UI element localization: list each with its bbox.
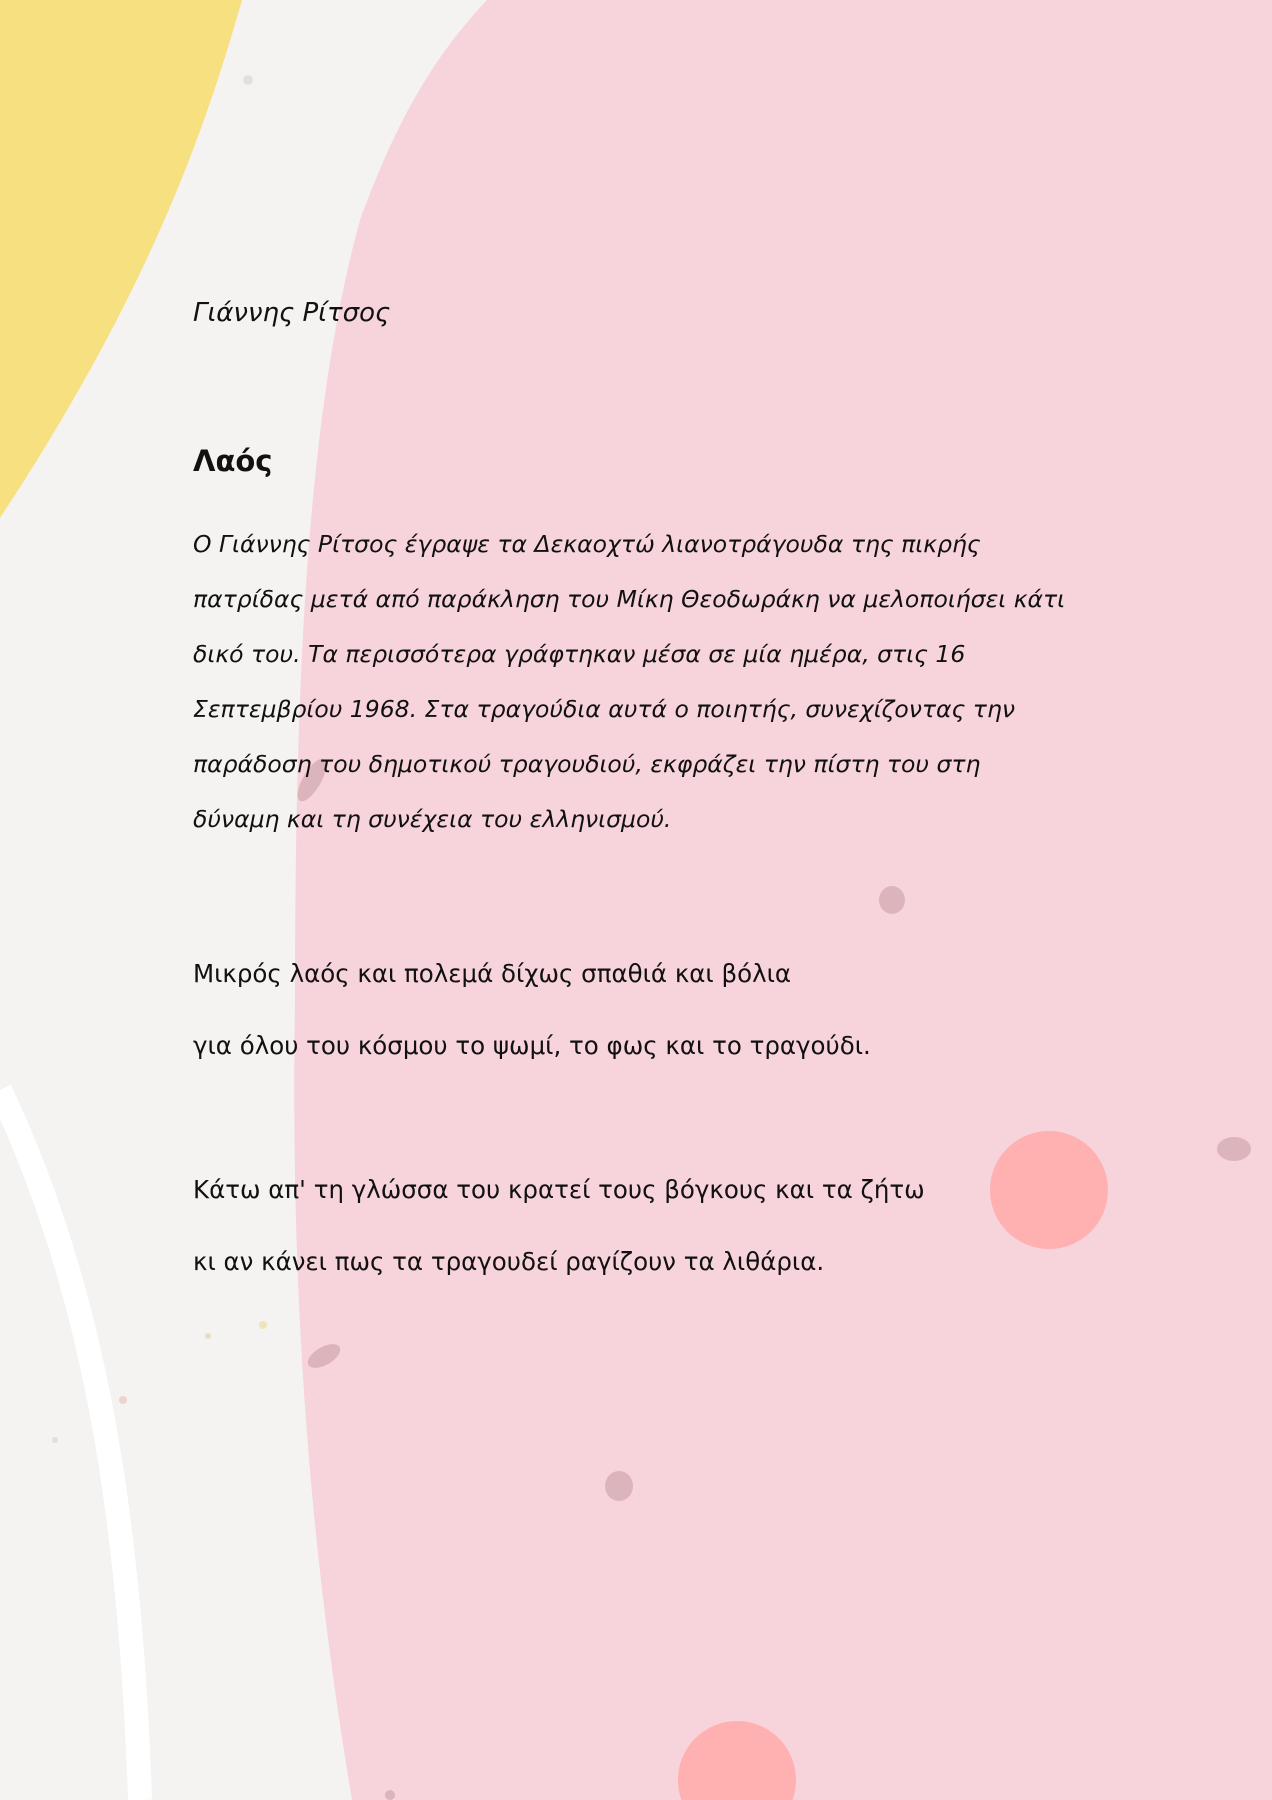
speckle-6 [243, 75, 253, 85]
speckle-10 [52, 1437, 58, 1443]
verse-line: κι αν κάνει πως τα τραγουδεί ραγίζουν τα… [193, 1247, 825, 1276]
speckle-7 [205, 1333, 211, 1339]
verse-line: Μικρός λαός και πολεμά δίχως σπαθιά και … [193, 959, 792, 988]
speckle-2 [1217, 1137, 1251, 1161]
pink-blob-shape [294, 0, 1272, 1800]
author-name: Γιάννης Ρίτσος [193, 298, 391, 328]
poem-title: Λαός [193, 444, 273, 478]
verse-line: για όλου του κόσμου το ψωμί, το φως και … [193, 1031, 871, 1060]
document-page: Γιάννης Ρίτσος Λαός Ο Γιάννης Ρίτσος έγρ… [0, 0, 1272, 1800]
speckle-9 [259, 1321, 267, 1329]
speckle-3 [605, 1471, 633, 1501]
verse-line: Κάτω απ' τη γλώσσα του κρατεί τους βόγκο… [193, 1175, 925, 1204]
speckle-1 [879, 886, 905, 914]
speckle-8 [119, 1396, 127, 1404]
poem-stanza: Κάτω απ' τη γλώσσα του κρατεί τους βόγκο… [193, 1154, 1073, 1298]
poem-stanza: Μικρός λαός και πολεμά δίχως σπαθιά και … [193, 938, 1073, 1082]
speckle-11 [385, 1790, 395, 1800]
background-artwork [0, 0, 1272, 1800]
intro-paragraph: Ο Γιάννης Ρίτσος έγραψε τα Δεκαοχτώ λιαν… [193, 530, 1066, 833]
